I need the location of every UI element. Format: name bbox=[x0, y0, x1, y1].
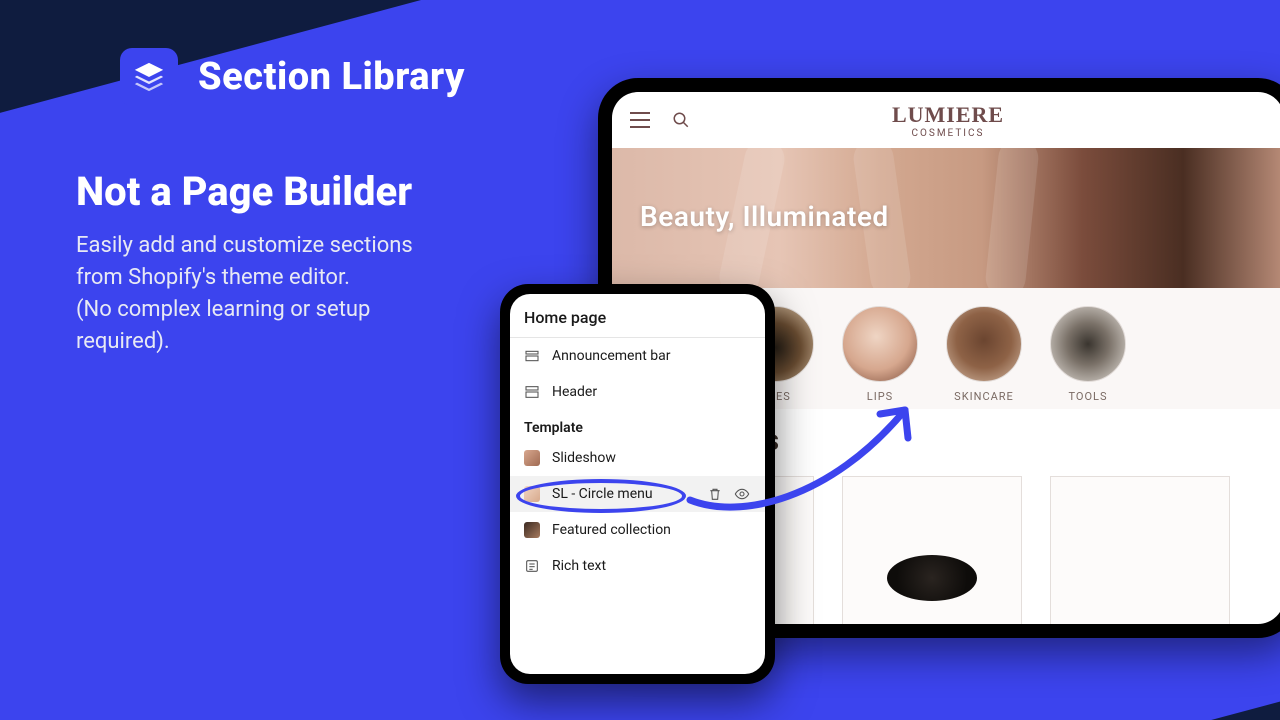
store-topbar: LUMIERE COSMETICS bbox=[612, 92, 1280, 148]
store-brand-sub: COSMETICS bbox=[892, 128, 1004, 139]
brand-product-name: Section Library bbox=[198, 55, 465, 99]
circle-menu-item[interactable]: LIPS bbox=[842, 306, 918, 403]
store-brand: LUMIERE COSMETICS bbox=[892, 102, 1004, 139]
editor-row-label: SL - Circle menu bbox=[552, 486, 653, 502]
circle-menu-item[interactable]: TOOLS bbox=[1050, 306, 1126, 403]
layout-icon bbox=[524, 384, 540, 400]
circle-menu-item[interactable]: SKINCARE bbox=[946, 306, 1022, 403]
circle-menu-thumb bbox=[946, 306, 1022, 382]
product-image bbox=[887, 555, 977, 601]
theme-editor-panel: Home page Announcement bar Header Templa… bbox=[510, 294, 765, 674]
promo-slide: Section Library Not a Page Builder Easil… bbox=[0, 0, 1280, 720]
brand-logo-mark bbox=[120, 48, 178, 106]
product-card[interactable] bbox=[1050, 476, 1230, 624]
marketing-headline: Not a Page Builder bbox=[76, 168, 412, 215]
store-hero-tagline: Beauty, Illuminated bbox=[640, 200, 889, 233]
editor-section-row-richtext[interactable]: Rich text bbox=[510, 548, 765, 584]
editor-row-label: Featured collection bbox=[552, 522, 671, 538]
search-icon[interactable] bbox=[672, 111, 690, 129]
store-hero-banner: Beauty, Illuminated bbox=[612, 148, 1280, 288]
editor-row-label: Slideshow bbox=[552, 450, 616, 466]
editor-section-row-featured[interactable]: Featured collection bbox=[510, 512, 765, 548]
marketing-body: Easily add and customize sections from S… bbox=[76, 230, 446, 358]
eye-icon[interactable] bbox=[733, 486, 751, 502]
editor-section-row-announcement[interactable]: Announcement bar bbox=[510, 338, 765, 374]
layout-icon bbox=[524, 348, 540, 364]
editor-section-row-circle-menu[interactable]: SL - Circle menu bbox=[510, 476, 765, 512]
editor-section-row-header[interactable]: Header bbox=[510, 374, 765, 410]
hamburger-icon[interactable] bbox=[630, 112, 650, 128]
brand-logo-lockup: Section Library bbox=[120, 48, 465, 106]
editor-row-label: Header bbox=[552, 384, 597, 400]
store-brand-name: LUMIERE bbox=[892, 102, 1004, 128]
trash-icon[interactable] bbox=[707, 486, 723, 502]
editor-row-label: Announcement bar bbox=[552, 348, 671, 364]
section-thumb-icon bbox=[524, 522, 540, 538]
circle-menu-thumb bbox=[1050, 306, 1126, 382]
section-thumb-icon bbox=[524, 450, 540, 466]
circle-menu-thumb bbox=[842, 306, 918, 382]
circle-menu-label: SKINCARE bbox=[954, 390, 1014, 403]
editor-row-label: Rich text bbox=[552, 558, 606, 574]
editor-section-row-slideshow[interactable]: Slideshow bbox=[510, 440, 765, 476]
hero-decoration bbox=[984, 148, 1041, 288]
text-icon bbox=[524, 558, 540, 574]
circle-menu-label: LIPS bbox=[867, 390, 893, 403]
section-thumb-icon bbox=[524, 486, 540, 502]
product-card[interactable] bbox=[842, 476, 1022, 624]
editor-panel-title: Home page bbox=[510, 294, 765, 338]
editor-device-frame: Home page Announcement bar Header Templa… bbox=[500, 284, 775, 684]
editor-template-heading: Template bbox=[510, 410, 765, 440]
circle-menu-label: TOOLS bbox=[1068, 390, 1107, 403]
layers-icon bbox=[132, 60, 166, 94]
